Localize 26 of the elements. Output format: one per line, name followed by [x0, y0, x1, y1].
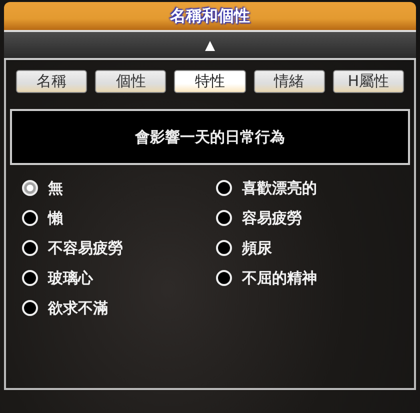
radio-button[interactable]: [22, 270, 38, 286]
option-label: 容易疲勞: [242, 208, 302, 228]
tab[interactable]: 特性: [174, 70, 246, 93]
option-label: 玻璃心: [48, 268, 93, 288]
tab[interactable]: 名稱: [16, 70, 88, 93]
collapse-button[interactable]: ▲: [202, 36, 218, 54]
radio-button[interactable]: [22, 300, 38, 316]
radio-button[interactable]: [216, 270, 232, 286]
tab[interactable]: 情緒: [254, 70, 325, 93]
tab[interactable]: H屬性: [332, 70, 404, 93]
radio-button[interactable]: [22, 210, 38, 226]
window-title: 名稱和個性: [170, 6, 250, 26]
option-label: 欲求不滿: [48, 298, 108, 318]
option-label: 不屈的精神: [242, 268, 317, 288]
radio-button[interactable]: [22, 180, 38, 196]
radio-button[interactable]: [216, 210, 232, 226]
option-label: 不容易疲勞: [48, 238, 123, 258]
option-label: 頻尿: [242, 238, 272, 258]
option-label: 無: [48, 178, 63, 198]
radio-button[interactable]: [216, 240, 232, 256]
radio-button[interactable]: [22, 240, 38, 256]
option-label: 懶: [48, 208, 63, 228]
radio-button[interactable]: [216, 180, 232, 196]
option-label: 喜歡漂亮的: [242, 178, 317, 198]
tab[interactable]: 個性: [95, 70, 166, 93]
description-text: 會影響一天的日常行為: [135, 128, 285, 146]
